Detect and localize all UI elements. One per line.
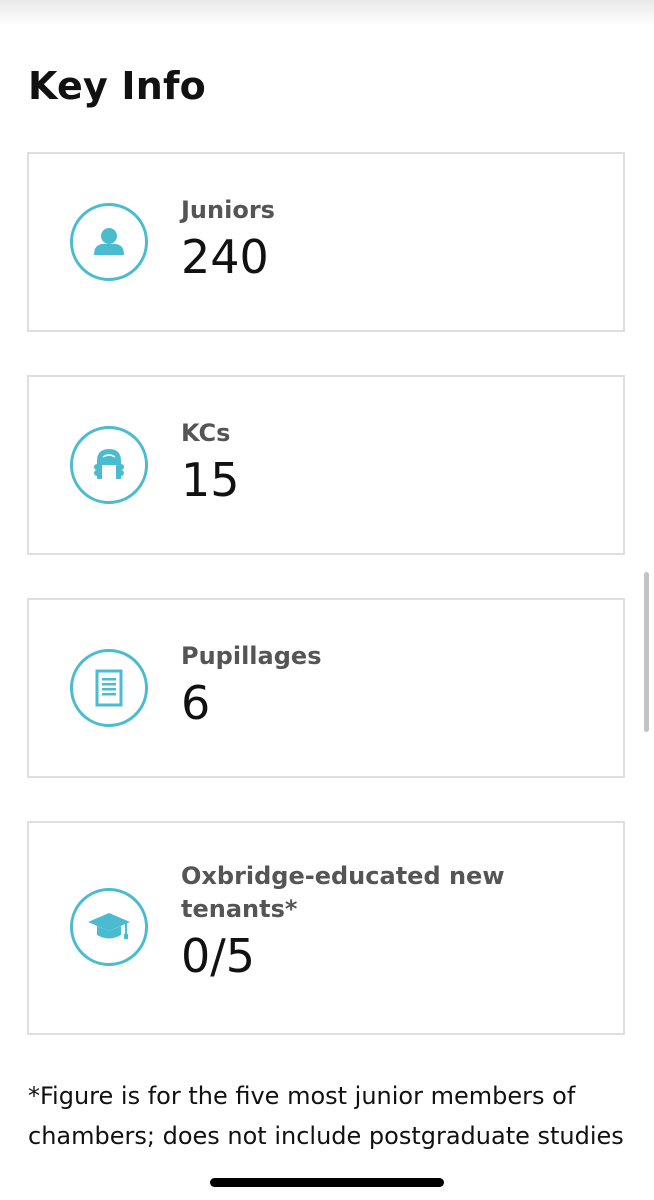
document-icon <box>70 649 148 727</box>
pupillages-label: Pupillages <box>181 642 322 670</box>
key-info-page: Key Info Juniors 240 KCs 15 Pupillages 6… <box>0 0 654 1200</box>
kcs-card: KCs 15 <box>27 375 625 555</box>
kcs-label: KCs <box>181 419 231 447</box>
oxbridge-value: 0/5 <box>181 929 256 983</box>
kcs-value: 15 <box>181 453 240 507</box>
pupillages-card: Pupillages 6 <box>27 598 625 778</box>
juniors-card: Juniors 240 <box>27 152 625 332</box>
barrister-wig-icon <box>70 426 148 504</box>
pupillages-value: 6 <box>181 676 211 730</box>
section-title: Key Info <box>28 64 206 108</box>
header-shadow <box>0 0 654 26</box>
oxbridge-label: Oxbridge-educated new tenants* <box>181 862 505 923</box>
juniors-value: 240 <box>181 230 269 284</box>
graduation-cap-icon <box>70 888 148 966</box>
person-icon <box>70 203 148 281</box>
juniors-label: Juniors <box>181 196 275 224</box>
home-indicator[interactable] <box>210 1178 444 1187</box>
oxbridge-card: Oxbridge-educated new tenants* 0/5 <box>27 821 625 1035</box>
footnote: *Figure is for the five most junior memb… <box>28 1082 624 1150</box>
scrollbar[interactable] <box>644 572 649 732</box>
